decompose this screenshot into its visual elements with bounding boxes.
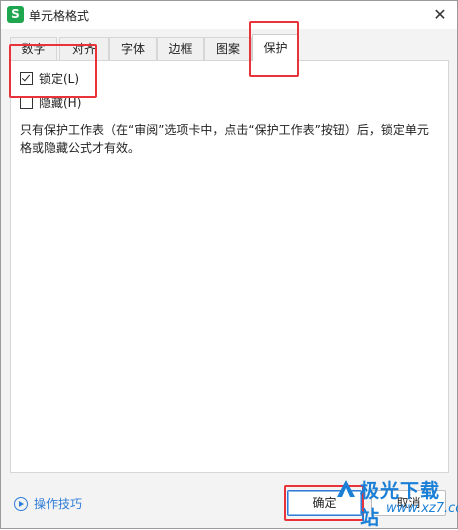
play-circle-icon (14, 496, 28, 511)
close-icon: ✕ (433, 5, 447, 24)
tab-font[interactable]: 字体 (109, 37, 157, 60)
protection-panel: 锁定(L) 隐藏(H) 只有保护工作表（在“审阅”选项卡中，点击“保护工作表”按… (10, 60, 449, 473)
dialog-title: 单元格格式 (29, 9, 90, 23)
cancel-button[interactable]: 取消 (371, 490, 446, 516)
tab-protection[interactable]: 保护 (252, 34, 299, 61)
close-button[interactable]: ✕ (429, 4, 451, 26)
hidden-checkbox[interactable] (20, 95, 33, 109)
hidden-option[interactable]: 隐藏(H) (20, 94, 81, 110)
wps-spreadsheet-icon: S (7, 6, 24, 23)
hidden-label: 隐藏(H) (39, 95, 82, 110)
protection-description: 只有保护工作表（在“审阅”选项卡中，点击“保护工作表”按钮）后，锁定单元格或隐藏… (20, 123, 429, 155)
locked-checkbox[interactable] (20, 71, 33, 85)
tab-patterns[interactable]: 图案 (204, 37, 252, 60)
title-bar: S 单元格格式 ✕ (1, 1, 457, 29)
tab-border[interactable]: 边框 (157, 37, 204, 60)
tab-alignment[interactable]: 对齐 (59, 37, 109, 60)
tips-link[interactable]: 操作技巧 (14, 495, 82, 512)
locked-label: 锁定(L) (39, 71, 80, 86)
format-cells-dialog: S 单元格格式 ✕ 数字 对齐 字体 边框 图案 保护 锁定(L) 隐藏(H) … (0, 0, 458, 529)
tab-bar: 数字 对齐 字体 边框 图案 保护 (10, 34, 447, 61)
tab-number[interactable]: 数字 (10, 37, 57, 60)
locked-option[interactable]: 锁定(L) (20, 70, 79, 86)
ok-button[interactable]: 确定 (287, 490, 362, 516)
tips-label: 操作技巧 (34, 497, 83, 511)
